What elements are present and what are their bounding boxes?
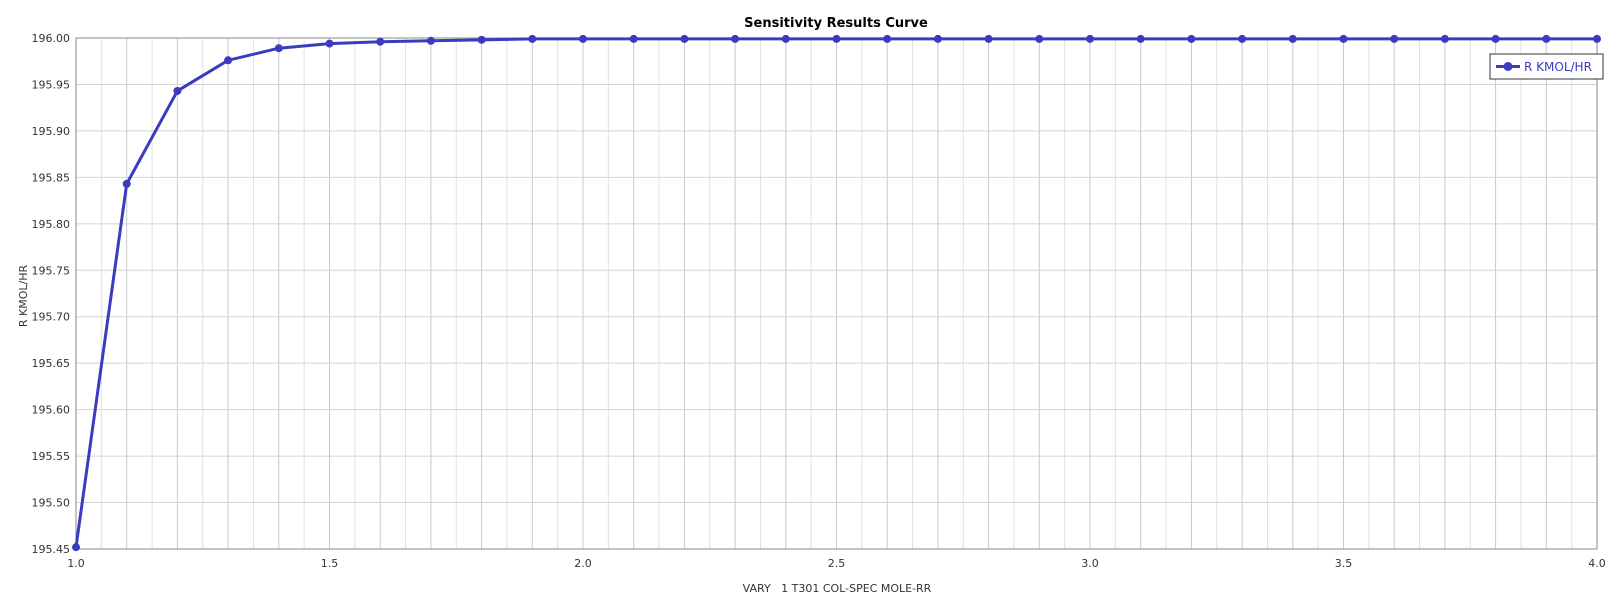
y-tick-label: 195.80: [32, 218, 71, 231]
x-tick-label: 1.5: [321, 557, 339, 570]
y-tick-label: 195.70: [32, 311, 71, 324]
data-point[interactable]: [1593, 34, 1601, 43]
data-point[interactable]: [72, 543, 80, 552]
data-point[interactable]: [1390, 34, 1399, 43]
data-point[interactable]: [274, 44, 283, 53]
chart-background: [0, 0, 1617, 604]
legend[interactable]: R KMOL/HR: [1489, 53, 1604, 80]
sensitivity-chart: 196.00 195.95 195.90 195.85 195.80 195.75 195.…: [0, 0, 1617, 604]
data-point[interactable]: [832, 34, 841, 43]
y-tick-label: 195.85: [32, 171, 71, 184]
x-tick-label: 2.5: [828, 557, 846, 570]
data-point[interactable]: [325, 39, 334, 48]
x-axis-label: VARY 1 T301 COL-SPEC MOLE-RR: [743, 582, 932, 595]
data-point[interactable]: [1491, 34, 1500, 43]
data-point[interactable]: [1542, 34, 1551, 43]
data-point[interactable]: [1187, 34, 1196, 43]
y-tick-label: 195.45: [32, 543, 71, 556]
data-point[interactable]: [883, 34, 892, 43]
data-point[interactable]: [528, 34, 537, 43]
data-point[interactable]: [933, 34, 942, 43]
y-tick-label: 196.00: [32, 32, 71, 45]
y-tick-label: 195.90: [32, 125, 71, 138]
data-point[interactable]: [426, 36, 435, 45]
y-tick-label: 195.50: [32, 497, 71, 510]
data-point[interactable]: [1136, 34, 1145, 43]
grid: [75, 37, 1598, 550]
data-point[interactable]: [122, 179, 131, 188]
x-tick-label: 4.0: [1588, 557, 1606, 570]
x-tick-label: 3.5: [1335, 557, 1353, 570]
data-point[interactable]: [731, 34, 740, 43]
data-point[interactable]: [1440, 34, 1449, 43]
data-point[interactable]: [1288, 34, 1297, 43]
legend-dot-marker: [1503, 62, 1513, 71]
data-point[interactable]: [1086, 34, 1094, 43]
y-axis-label: R KMOL/HR: [17, 265, 30, 328]
data-point[interactable]: [173, 86, 182, 95]
x-tick-label: 1.0: [67, 557, 85, 570]
y-tick-label: 195.75: [32, 264, 71, 277]
data-point[interactable]: [629, 34, 638, 43]
data-point[interactable]: [224, 56, 233, 65]
chart-title: Sensitivity Results Curve: [744, 16, 928, 31]
legend-label: R KMOL/HR: [1524, 60, 1592, 74]
y-tick-label: 195.60: [32, 404, 71, 417]
data-point[interactable]: [579, 34, 587, 43]
data-point[interactable]: [1238, 34, 1247, 43]
data-point[interactable]: [680, 34, 689, 43]
x-tick-label: 2.0: [574, 557, 592, 570]
data-point[interactable]: [376, 37, 385, 46]
y-tick-label: 195.95: [32, 78, 71, 91]
y-tick-label: 195.55: [32, 450, 71, 463]
data-point[interactable]: [1339, 34, 1348, 43]
data-point[interactable]: [781, 34, 790, 43]
y-tick-label: 195.65: [32, 357, 71, 370]
data-point[interactable]: [1035, 34, 1044, 43]
data-point[interactable]: [477, 35, 486, 44]
data-point[interactable]: [984, 34, 993, 43]
x-tick-label: 3.0: [1081, 557, 1099, 570]
